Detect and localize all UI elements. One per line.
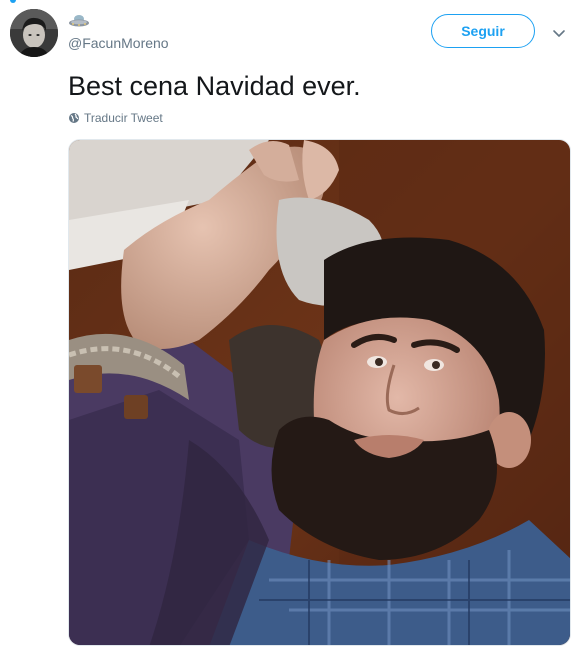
tweet-card: @FacunMoreno Seguir Best cena Navidad ev… bbox=[0, 0, 584, 653]
follow-button[interactable]: Seguir bbox=[431, 14, 535, 48]
thread-line bbox=[10, 0, 16, 3]
photo-image bbox=[69, 140, 570, 645]
chevron-down-icon[interactable] bbox=[551, 27, 567, 39]
tweet-text: Best cena Navidad ever. bbox=[68, 71, 361, 101]
translate-tweet-link[interactable]: Traducir Tweet bbox=[68, 111, 163, 125]
globe-icon bbox=[68, 112, 80, 124]
translate-label: Traducir Tweet bbox=[84, 111, 163, 125]
avatar[interactable] bbox=[10, 9, 58, 57]
tweet-photo[interactable] bbox=[68, 139, 571, 646]
author-handle[interactable]: @FacunMoreno bbox=[68, 35, 169, 51]
ufo-icon bbox=[68, 11, 90, 31]
avatar-image bbox=[10, 9, 58, 57]
